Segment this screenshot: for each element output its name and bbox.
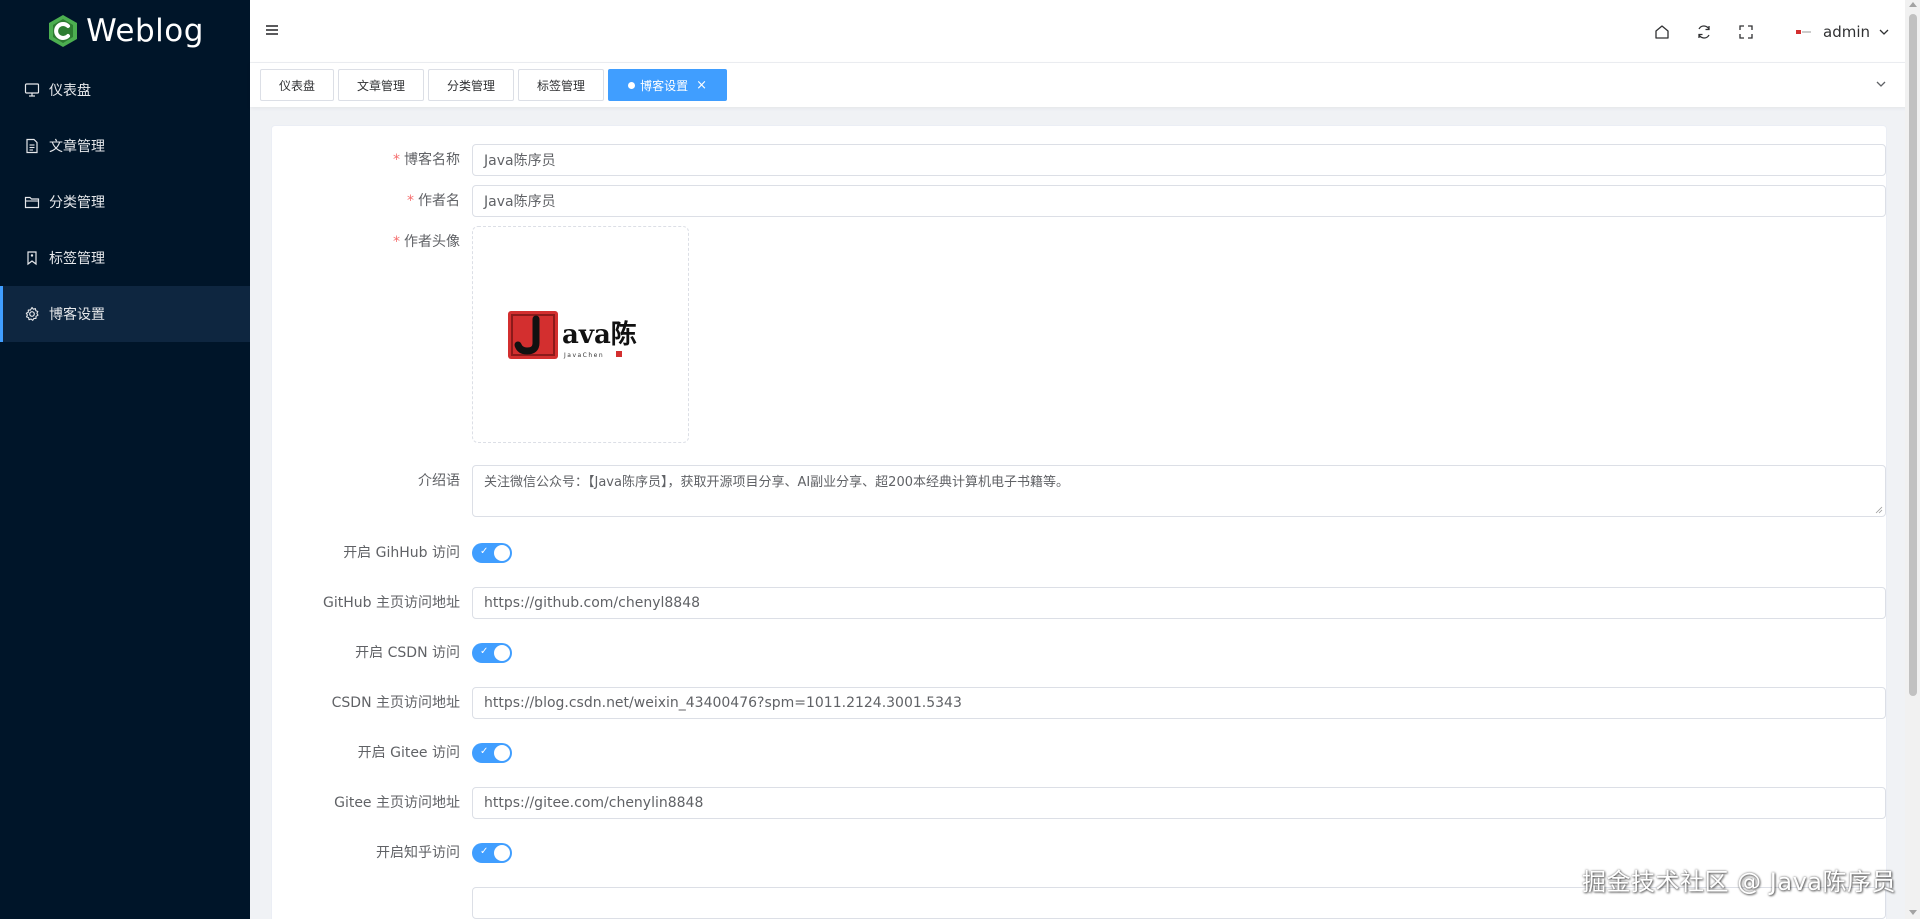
gear-icon	[24, 306, 40, 322]
form-row-blog-name: * 博客名称 Java陈序员	[272, 144, 1886, 176]
form-row-github-switch: 开启 GihHub 访问 ✓	[272, 537, 1886, 569]
sidebar-item-articles[interactable]: 文章管理	[0, 118, 250, 174]
active-dot-icon	[628, 81, 636, 89]
sidebar-item-categories[interactable]: 分类管理	[0, 174, 250, 230]
gitee-url-input[interactable]: https://gitee.com/chenylin8848	[472, 787, 1886, 819]
intro-textarea[interactable]: 关注微信公众号：【Java陈序员】，获取开源项目分享、AI副业分享、超200本经…	[472, 465, 1886, 517]
monitor-icon	[24, 82, 40, 98]
menu-toggle-icon[interactable]	[264, 22, 280, 38]
csdn-url-input[interactable]: https://blog.csdn.net/weixin_43400476?sp…	[472, 687, 1886, 719]
home-icon[interactable]	[1653, 23, 1671, 41]
required-marker: *	[393, 234, 400, 250]
logo-text: Weblog	[86, 13, 204, 49]
tab-dashboard[interactable]: 仪表盘	[260, 69, 335, 101]
check-icon: ✓	[480, 846, 489, 857]
csdn-url-label: CSDN 主页访问地址	[331, 695, 460, 711]
tabs-bar: 仪表盘 文章管理 分类管理 标签管理 博客设置 ×	[250, 63, 1920, 107]
required-marker: *	[393, 152, 400, 168]
sidebar-item-label: 博客设置	[49, 307, 105, 323]
sidebar: Weblog 仪表盘 文章管理 分类管理 标签管理 博客设置	[0, 0, 250, 919]
label-text: 作者名	[418, 193, 460, 209]
zhihu-switch-label: 开启知乎访问	[376, 845, 460, 861]
sidebar-item-tags[interactable]: 标签管理	[0, 230, 250, 286]
tab-articles[interactable]: 文章管理	[338, 69, 425, 101]
sidebar-menu: 仪表盘 文章管理 分类管理 标签管理 博客设置	[0, 62, 250, 342]
github-switch-label: 开启 GihHub 访问	[343, 545, 460, 561]
author-input[interactable]: Java陈序员	[472, 185, 1886, 217]
tab-label: 博客设置	[640, 78, 689, 93]
label-text: 作者头像	[404, 234, 460, 250]
form-row-avatar: * 作者头像 ava陈 JavaChen	[272, 226, 1886, 443]
sidebar-item-label: 分类管理	[49, 195, 105, 211]
user-name: admin	[1823, 22, 1870, 41]
main-content: * 博客名称 Java陈序员 * 作者名 Java陈序员 * 作者头像 ava陈 Ja…	[250, 107, 1900, 919]
check-icon: ✓	[480, 646, 489, 657]
chevron-down-icon	[1878, 26, 1890, 38]
watermark: 掘金技术社区 @ Java陈序员	[1582, 868, 1896, 896]
folder-icon	[24, 194, 40, 210]
required-marker: *	[407, 193, 414, 209]
avatar-logo-text: ava陈	[562, 319, 637, 350]
label-text: 博客名称	[404, 152, 460, 168]
refresh-icon[interactable]	[1695, 23, 1713, 41]
settings-form-card: * 博客名称 Java陈序员 * 作者名 Java陈序员 * 作者头像 ava陈 Ja…	[271, 125, 1887, 919]
avatar-logo-sub: JavaChen	[563, 352, 604, 359]
form-row-gitee-url: Gitee 主页访问地址 https://gitee.com/chenylin8…	[272, 787, 1886, 819]
fullscreen-icon[interactable]	[1737, 23, 1755, 41]
header-actions: admin	[1653, 0, 1890, 63]
tab-label: 文章管理	[357, 78, 406, 93]
avatar-uploader[interactable]: ava陈 JavaChen	[472, 226, 689, 443]
user-menu[interactable]: admin	[1793, 20, 1890, 43]
intro-label: 介绍语	[418, 473, 460, 489]
logo-mark-icon	[49, 15, 78, 47]
blog-name-input[interactable]: Java陈序员	[472, 144, 1886, 176]
chevron-down-icon[interactable]	[1874, 77, 1888, 91]
author-label: * 作者名	[272, 185, 472, 217]
close-icon[interactable]: ×	[696, 79, 707, 92]
document-icon	[24, 138, 40, 154]
tab-label: 分类管理	[447, 78, 496, 93]
tab-blog-settings[interactable]: 博客设置 ×	[608, 69, 727, 101]
check-icon: ✓	[480, 746, 489, 757]
csdn-switch-label: 开启 CSDN 访问	[355, 645, 460, 661]
form-row-gitee-switch: 开启 Gitee 访问 ✓	[272, 737, 1886, 769]
sidebar-item-label: 文章管理	[49, 139, 105, 155]
sidebar-item-label: 标签管理	[49, 251, 105, 267]
check-icon: ✓	[480, 546, 489, 557]
form-row-author: * 作者名 Java陈序员	[272, 185, 1886, 217]
gitee-switch-label: 开启 Gitee 访问	[357, 745, 460, 761]
zhihu-toggle[interactable]: ✓	[472, 843, 512, 863]
sidebar-item-label: 仪表盘	[49, 83, 91, 99]
intro-text: 关注微信公众号：【Java陈序员】，获取开源项目分享、AI副业分享、超200本经…	[484, 475, 1070, 490]
tab-label: 仪表盘	[279, 78, 316, 93]
blog-name-label: * 博客名称	[272, 144, 472, 176]
sidebar-item-blog-settings[interactable]: 博客设置	[0, 286, 250, 342]
csdn-toggle[interactable]: ✓	[472, 643, 512, 663]
github-toggle[interactable]: ✓	[472, 543, 512, 563]
tab-categories[interactable]: 分类管理	[428, 69, 515, 101]
scroll-thumb[interactable]	[1909, 14, 1917, 696]
page-tabs: 仪表盘 文章管理 分类管理 标签管理 博客设置 ×	[260, 69, 727, 101]
page-scrollbar[interactable]	[1905, 0, 1920, 919]
avatar-label: * 作者头像	[272, 226, 472, 258]
scroll-up-icon[interactable]	[1909, 2, 1917, 7]
top-header: admin	[250, 0, 1920, 63]
tab-label: 标签管理	[537, 78, 586, 93]
form-row-csdn-switch: 开启 CSDN 访问 ✓	[272, 637, 1886, 669]
gitee-toggle[interactable]: ✓	[472, 743, 512, 763]
tag-icon	[24, 250, 40, 266]
app-logo[interactable]: Weblog	[0, 0, 250, 62]
form-row-csdn-url: CSDN 主页访问地址 https://blog.csdn.net/weixin…	[272, 687, 1886, 719]
resize-grip-icon[interactable]	[1875, 506, 1883, 514]
avatar-image: ava陈 JavaChen	[507, 310, 637, 359]
form-row-intro: 介绍语 关注微信公众号：【Java陈序员】，获取开源项目分享、AI副业分享、超2…	[272, 465, 1886, 517]
github-url-input[interactable]: https://github.com/chenyl8848	[472, 587, 1886, 619]
gitee-url-label: Gitee 主页访问地址	[334, 795, 460, 811]
scroll-down-icon[interactable]	[1909, 910, 1917, 915]
avatar	[1793, 20, 1815, 43]
github-url-label: GitHub 主页访问地址	[323, 595, 460, 611]
form-row-github-url: GitHub 主页访问地址 https://github.com/chenyl8…	[272, 587, 1886, 619]
tab-tags[interactable]: 标签管理	[518, 69, 605, 101]
sidebar-item-dashboard[interactable]: 仪表盘	[0, 62, 250, 118]
